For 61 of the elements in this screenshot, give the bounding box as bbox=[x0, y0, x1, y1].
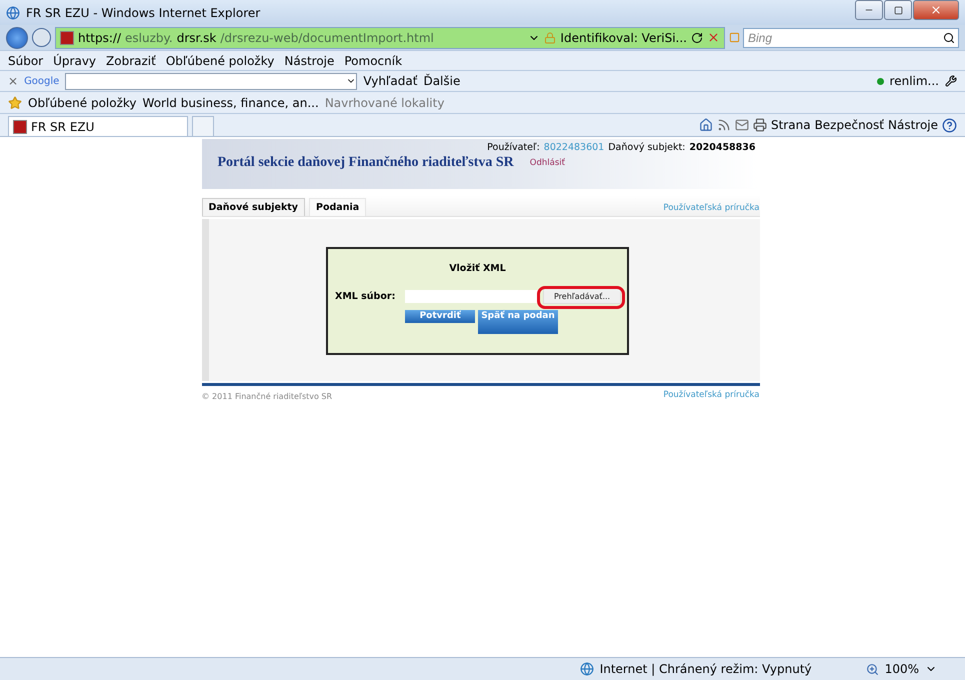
zone-label: Internet | Chránený režim: Vypnutý bbox=[600, 662, 813, 676]
zoom-level[interactable]: 100% bbox=[884, 662, 919, 676]
menu-item[interactable]: Úpravy bbox=[53, 54, 96, 68]
google-logo: Google bbox=[24, 76, 60, 86]
subject-label: Daňový subjekt: bbox=[608, 142, 686, 153]
site-icon bbox=[60, 30, 74, 44]
form-title: Vložiť XML bbox=[449, 263, 506, 274]
search-icon[interactable] bbox=[943, 32, 955, 44]
search-field[interactable]: Bing bbox=[743, 28, 959, 48]
command-menu[interactable]: Nástroje bbox=[888, 118, 938, 132]
copyright: © 2011 Finančné riaditeľstvo SR bbox=[202, 392, 332, 401]
menu-item[interactable]: Pomocník bbox=[344, 54, 402, 68]
maximize-icon bbox=[894, 6, 902, 14]
logout-link[interactable]: Odhlásiť bbox=[530, 158, 565, 168]
print-icon[interactable] bbox=[752, 118, 767, 132]
menu-item[interactable]: Nástroje bbox=[284, 54, 334, 68]
certificate-label: Identifikoval: VeriSi... bbox=[560, 30, 687, 44]
command-menu[interactable]: Bezpečnosť bbox=[814, 118, 884, 132]
zoom-icon[interactable] bbox=[866, 662, 879, 676]
menu-item[interactable]: Zobraziť bbox=[106, 54, 156, 68]
favorite-link[interactable]: Navrhované lokality bbox=[324, 96, 444, 110]
search-button[interactable]: Vyhľadať bbox=[363, 74, 418, 88]
lock-icon bbox=[544, 32, 556, 44]
browse-button[interactable]: Prehľadávať... bbox=[543, 288, 622, 304]
menu-item[interactable]: Obľúbené položky bbox=[166, 54, 274, 68]
maximize-button[interactable] bbox=[884, 0, 912, 20]
favorite-link[interactable]: World business, finance, an... bbox=[142, 96, 319, 110]
browser-tab[interactable]: FR SR EZU bbox=[8, 116, 188, 137]
minimize-button[interactable] bbox=[855, 0, 883, 20]
close-toolbar-button[interactable]: × bbox=[8, 74, 18, 88]
nav-tab[interactable]: Daňové subjekty bbox=[202, 198, 305, 216]
status-dot bbox=[876, 78, 884, 84]
globe-icon bbox=[580, 662, 594, 676]
user-label: Používateľ: bbox=[487, 142, 540, 153]
command-menu[interactable]: Strana bbox=[770, 118, 811, 132]
mail-icon[interactable] bbox=[734, 118, 749, 132]
more-button[interactable]: Ďalšie bbox=[423, 74, 460, 88]
browser-icon bbox=[6, 6, 20, 20]
back-button[interactable] bbox=[6, 26, 28, 48]
nav-tab[interactable]: Podania bbox=[309, 198, 366, 216]
feed-icon[interactable] bbox=[716, 118, 731, 132]
stop-icon[interactable] bbox=[707, 31, 720, 44]
field-label: XML súbor: bbox=[335, 290, 396, 302]
subject-id: 2020458836 bbox=[689, 142, 756, 153]
search-provider-icon bbox=[729, 32, 740, 43]
help-icon[interactable] bbox=[942, 118, 957, 132]
user-id: 8022483601 bbox=[544, 142, 604, 153]
window-title: FR SR EZU - Windows Internet Explorer bbox=[26, 6, 262, 20]
star-icon bbox=[8, 96, 22, 110]
account-button[interactable]: renlim... bbox=[890, 74, 939, 88]
address-field[interactable]: https:// esluzby. drsr.sk /drsrezu-web/documentImport.html Identifikoval: VeriSi... bbox=[55, 26, 725, 48]
refresh-icon[interactable] bbox=[691, 32, 703, 44]
forward-button[interactable] bbox=[32, 28, 51, 47]
home-icon[interactable] bbox=[698, 118, 713, 132]
favorites-button[interactable]: Obľúbené položky bbox=[28, 96, 137, 110]
portal-title: Portál sekcie daňovej Finančného riaditeľstva SR bbox=[218, 155, 514, 171]
menu-item[interactable]: Súbor bbox=[8, 54, 44, 68]
close-icon bbox=[930, 4, 942, 16]
confirm-button[interactable]: Potvrdiť bbox=[405, 310, 476, 323]
close-button[interactable] bbox=[913, 0, 959, 20]
wrench-icon[interactable] bbox=[945, 75, 957, 87]
